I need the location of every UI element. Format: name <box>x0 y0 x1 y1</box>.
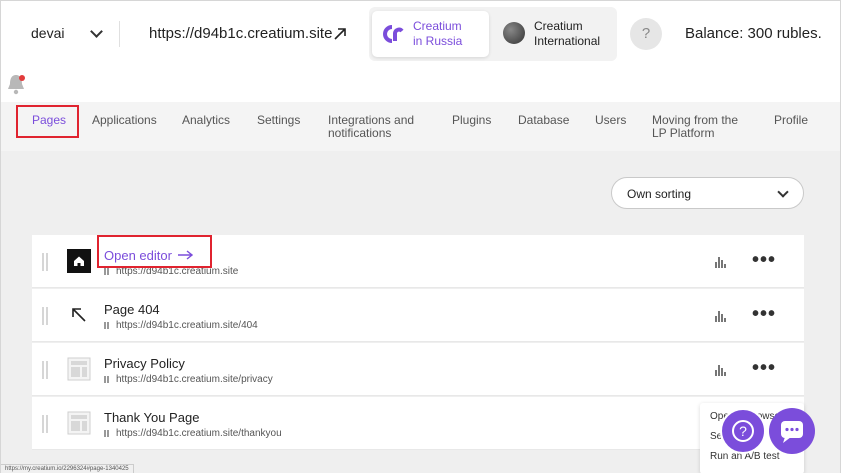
page-url[interactable]: https://d94b1c.creatium.site/thankyou <box>104 428 282 439</box>
drag-handle-icon[interactable] <box>42 307 48 325</box>
drag-handle-icon[interactable] <box>42 361 48 379</box>
tab-analytics[interactable]: Analytics <box>182 114 230 127</box>
tab-moving-lp-line2: LP Platform <box>652 126 715 140</box>
help-fab-button[interactable]: ? <box>720 408 766 454</box>
chat-bubble-icon <box>781 421 803 443</box>
site-url-link[interactable]: https://d94b1c.creatium.site <box>149 25 332 42</box>
tab-settings[interactable]: Settings <box>257 114 300 127</box>
browser-status-bar: https://my.creatium.io/2296324#page-1340… <box>1 464 134 473</box>
page-url[interactable]: https://d94b1c.creatium.site/404 <box>104 320 258 331</box>
help-button[interactable]: ? <box>630 18 662 50</box>
balance-text: Balance: 300 rubles. <box>685 25 822 42</box>
page-url-text: https://d94b1c.creatium.site/thankyou <box>116 428 282 439</box>
page-title[interactable]: Thank You Page <box>104 410 199 425</box>
pages-tab-highlight <box>16 105 79 138</box>
page-url-text: https://d94b1c.creatium.site/404 <box>116 320 258 331</box>
question-icon: ? <box>732 420 754 442</box>
main-nav: Pages Applications Analytics Settings In… <box>1 102 840 151</box>
tab-integrations-line2: notifications <box>328 126 392 140</box>
sort-dropdown[interactable]: Own sorting <box>611 177 804 209</box>
header-divider <box>119 21 120 47</box>
more-options-icon[interactable]: ••• <box>752 249 776 272</box>
tab-users[interactable]: Users <box>595 114 626 127</box>
drag-handle-icon[interactable] <box>42 415 48 433</box>
region-russia-button[interactable]: Creatium in Russia <box>372 11 489 57</box>
region-russia-line2: in Russia <box>413 34 463 48</box>
page-layout-icon <box>67 411 91 435</box>
open-editor-highlight <box>97 235 212 268</box>
more-options-icon[interactable]: ••• <box>752 303 776 326</box>
page-url[interactable]: https://d94b1c.creatium.site/privacy <box>104 374 273 385</box>
page-title[interactable]: Privacy Policy <box>104 356 185 371</box>
home-icon <box>67 249 91 273</box>
tab-moving-lp[interactable]: Moving from the LP Platform <box>652 114 738 140</box>
project-name: devai <box>31 25 65 41</box>
pause-icon <box>104 376 109 383</box>
page-url-text: https://d94b1c.creatium.site/privacy <box>116 374 273 385</box>
page-row[interactable]: Thank You Page https://d94b1c.creatium.s… <box>32 397 804 450</box>
page-title[interactable]: Page 404 <box>104 302 160 317</box>
stats-icon[interactable] <box>715 310 727 322</box>
chevron-down-icon <box>90 24 104 38</box>
creatium-logo-icon <box>383 25 404 43</box>
region-international-line1: Creatium <box>534 19 583 33</box>
region-international-button[interactable]: Creatium International <box>534 19 614 49</box>
globe-icon[interactable] <box>503 22 525 44</box>
sort-label: Own sorting <box>627 187 692 201</box>
tab-applications[interactable]: Applications <box>92 114 157 127</box>
tab-integrations[interactable]: Integrations and notifications <box>328 114 414 140</box>
stats-icon[interactable] <box>715 256 727 268</box>
external-link-icon[interactable] <box>333 27 347 41</box>
pause-icon <box>104 268 109 275</box>
chat-fab-button[interactable] <box>769 408 815 454</box>
pause-icon <box>104 322 109 329</box>
region-switcher: Creatium in Russia Creatium Internationa… <box>369 7 617 61</box>
chevron-down-icon <box>777 186 789 198</box>
arrow-up-left-icon <box>72 308 86 322</box>
pause-icon <box>104 430 109 437</box>
tab-database[interactable]: Database <box>518 114 569 127</box>
drag-handle-icon[interactable] <box>42 253 48 271</box>
tab-plugins[interactable]: Plugins <box>452 114 491 127</box>
page-row[interactable]: Privacy Policy https://d94b1c.creatium.s… <box>32 343 804 396</box>
page-row[interactable]: Page 404 https://d94b1c.creatium.site/40… <box>32 289 804 342</box>
page-layout-icon <box>67 357 91 381</box>
notification-dot <box>19 75 25 81</box>
project-selector[interactable]: devai <box>31 24 104 41</box>
region-russia-line1: Creatium <box>413 19 462 33</box>
tab-profile[interactable]: Profile <box>774 114 808 127</box>
more-options-icon[interactable]: ••• <box>752 357 776 380</box>
stats-icon[interactable] <box>715 364 727 376</box>
region-international-line2: International <box>534 34 601 48</box>
top-header: devai https://d94b1c.creatium.site Creat… <box>1 1 840 69</box>
